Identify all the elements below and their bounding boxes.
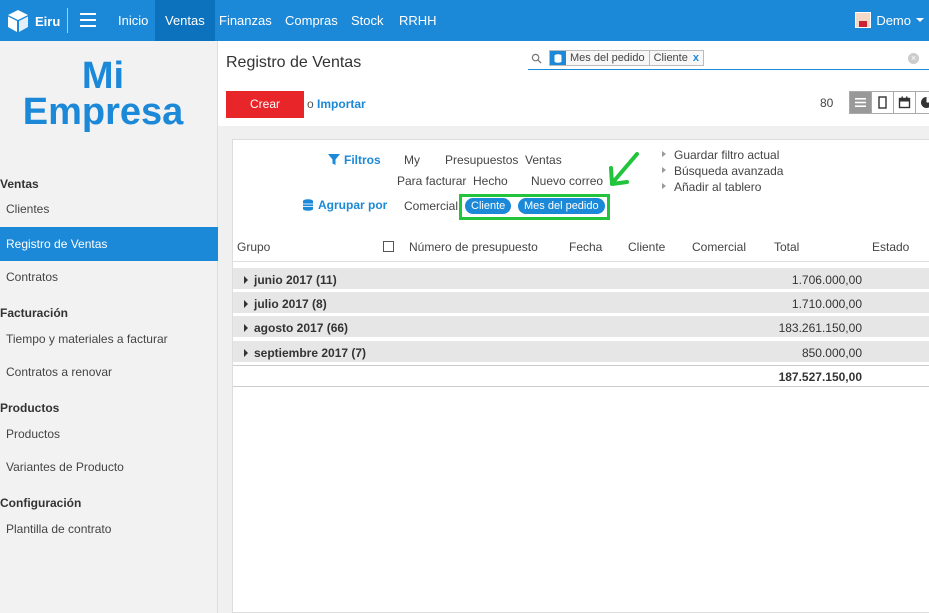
table-header: Grupo Número de presupuesto Fecha Client… <box>233 232 929 262</box>
search-facet-groupby[interactable]: Mes del pedido Cliente x <box>549 50 704 66</box>
list-view-button[interactable] <box>849 91 872 114</box>
database-icon <box>550 51 566 65</box>
groupby-mes-pedido-tag[interactable]: Mes del pedido <box>518 198 605 214</box>
filter-para-facturar[interactable]: Para facturar <box>397 174 466 188</box>
sidebar-section-facturacion: Facturación <box>0 306 69 320</box>
group-total: 183.261.150,00 <box>778 321 862 335</box>
filter-hecho[interactable]: Hecho <box>473 174 508 188</box>
user-name: Demo <box>876 12 911 28</box>
navbar-divider <box>67 8 68 33</box>
sidebar-item-productos[interactable]: Productos <box>0 417 218 451</box>
nav-compras[interactable]: Compras <box>285 0 338 41</box>
graph-view-button[interactable] <box>915 91 929 114</box>
table-footer: 187.527.150,00 <box>233 365 929 387</box>
caret-right-icon <box>244 324 248 332</box>
groupby-comercial[interactable]: Comercial <box>404 199 458 213</box>
nav-inicio[interactable]: Inicio <box>118 0 148 41</box>
search-icon <box>531 53 542 64</box>
select-all-checkbox[interactable] <box>383 241 394 252</box>
cube-logo-icon <box>8 10 28 32</box>
filter-nuevo-correo[interactable]: Nuevo correo <box>531 174 603 188</box>
column-numero-presupuesto[interactable]: Número de presupuesto <box>409 240 538 254</box>
groupby-cliente-tag[interactable]: Cliente <box>465 198 512 214</box>
column-fecha[interactable]: Fecha <box>569 240 602 254</box>
company-logo: Mi Empresa <box>22 55 184 133</box>
page-title: Registro de Ventas <box>226 54 362 71</box>
view-switcher <box>849 91 929 114</box>
list-icon <box>855 98 866 107</box>
form-view-button[interactable] <box>871 91 894 114</box>
column-comercial[interactable]: Comercial <box>692 240 746 254</box>
filter-presupuestos[interactable]: Presupuestos <box>445 153 518 167</box>
create-button[interactable]: Crear <box>226 91 304 118</box>
sidebar-section-ventas: Ventas <box>0 177 39 191</box>
group-total: 850.000,00 <box>801 346 862 360</box>
group-row[interactable]: junio 2017 (11) 1.706.000,00 <box>233 268 929 291</box>
sidebar: Mi Empresa Ventas Clientes Registro de V… <box>0 41 218 613</box>
caret-right-icon <box>244 276 248 284</box>
sidebar-item-clientes[interactable]: Clientes <box>0 192 218 226</box>
remove-facet-icon[interactable]: x <box>692 52 703 64</box>
database-icon <box>303 199 313 211</box>
column-cliente[interactable]: Cliente <box>628 240 665 254</box>
nav-stock[interactable]: Stock <box>351 0 384 41</box>
sidebar-item-tiempo-materiales[interactable]: Tiempo y materiales a facturar <box>0 322 218 356</box>
sidebar-item-registro-ventas[interactable]: Registro de Ventas <box>0 227 218 261</box>
brand[interactable]: Eiru <box>6 9 60 33</box>
annotation-arrow-icon <box>609 152 639 186</box>
facet-value-mes-pedido: Mes del pedido <box>570 52 645 64</box>
filter-icon <box>328 154 340 165</box>
favorite-advanced-search[interactable]: Búsqueda avanzada <box>662 164 783 178</box>
groupby-toggle[interactable]: Agrupar por <box>302 198 387 212</box>
group-total: 1.710.000,00 <box>791 297 862 311</box>
column-grupo: Grupo <box>237 240 271 254</box>
group-row[interactable]: septiembre 2017 (7) 850.000,00 <box>233 341 929 364</box>
column-estado[interactable]: Estado <box>872 240 909 254</box>
nav-rrhh[interactable]: RRHH <box>399 0 437 41</box>
sidebar-item-contratos-renovar[interactable]: Contratos a renovar <box>0 355 218 389</box>
caret-right-icon <box>662 151 666 157</box>
form-icon <box>878 96 887 109</box>
caret-right-icon <box>244 349 248 357</box>
brand-name: Eiru <box>35 13 61 29</box>
column-total[interactable]: Total <box>774 240 799 254</box>
search-bar[interactable]: Mes del pedido Cliente x × <box>528 48 929 70</box>
clear-search-icon[interactable]: × <box>908 53 919 64</box>
import-link[interactable]: Importar <box>317 97 366 111</box>
favorite-add-dashboard[interactable]: Añadir al tablero <box>662 180 761 194</box>
pager-value[interactable]: 80 <box>820 96 833 110</box>
nav-finanzas[interactable]: Finanzas <box>219 0 272 41</box>
filter-my[interactable]: My <box>404 153 420 167</box>
group-row[interactable]: julio 2017 (8) 1.710.000,00 <box>233 292 929 315</box>
sidebar-item-plantilla[interactable]: Plantilla de contrato <box>0 512 218 546</box>
filter-ventas[interactable]: Ventas <box>525 153 562 167</box>
calendar-icon <box>898 96 911 109</box>
pie-chart-icon <box>921 97 929 108</box>
sidebar-section-configuracion: Configuración <box>0 496 82 510</box>
sidebar-item-contratos[interactable]: Contratos <box>0 260 218 294</box>
sidebar-section-productos: Productos <box>0 401 60 415</box>
chevron-down-icon <box>916 18 924 22</box>
top-navbar: Eiru Inicio Ventas Finanzas Compras Stoc… <box>0 0 929 41</box>
caret-right-icon <box>662 167 666 173</box>
avatar <box>855 12 872 28</box>
facet-value-cliente: Cliente <box>653 52 688 64</box>
user-menu[interactable]: Demo <box>855 12 924 28</box>
favorite-save-filter[interactable]: Guardar filtro actual <box>662 148 779 162</box>
grand-total: 187.527.150,00 <box>778 370 862 384</box>
import-area: o Importar <box>307 97 366 111</box>
filters-toggle[interactable]: Filtros <box>328 153 381 167</box>
group-total: 1.706.000,00 <box>791 273 862 287</box>
calendar-view-button[interactable] <box>893 91 916 114</box>
caret-right-icon <box>662 183 666 189</box>
caret-right-icon <box>244 300 248 308</box>
nav-ventas[interactable]: Ventas <box>155 0 215 41</box>
group-row[interactable]: agosto 2017 (66) 183.261.150,00 <box>233 316 929 339</box>
sidebar-item-variantes[interactable]: Variantes de Producto <box>0 450 218 484</box>
hamburger-menu-icon[interactable] <box>80 13 96 27</box>
